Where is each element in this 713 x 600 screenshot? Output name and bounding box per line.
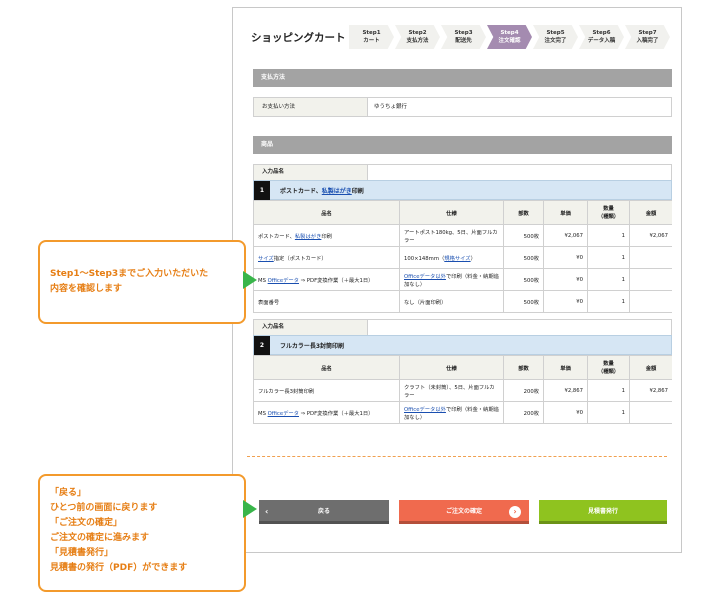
- table-row: ポストカード、私製はがき印刷 アートポスト180kg、5日、片面フルカラー 50…: [253, 224, 672, 247]
- arrow-right-icon: [243, 500, 257, 518]
- payment-method-label: お支払い方法: [254, 98, 368, 116]
- divider: [247, 456, 667, 457]
- col-spec: 仕様: [399, 200, 504, 225]
- item-link[interactable]: 私製はがき: [295, 234, 322, 240]
- col-name: 品名: [253, 355, 400, 380]
- spec-link[interactable]: Officeデータ以外: [404, 407, 446, 413]
- product-header-1: 1 ポストカード、私製はがき印刷: [253, 180, 672, 200]
- arrow-right-icon: [243, 271, 257, 289]
- step-2: Step2 支払方法: [395, 25, 440, 49]
- product-header-2: 2 フルカラー長3封筒印刷: [253, 335, 672, 355]
- step-progress: Step1 カート Step2 支払方法 Step3 配送先 Step4 注文確認 St…: [349, 25, 671, 49]
- step-7: Step7 入稿完了: [625, 25, 670, 49]
- step-6: Step6 データ入稿: [579, 25, 624, 49]
- callout-confirm-content: Step1〜Step3までご入力いただいた 内容を確認します: [38, 240, 246, 324]
- col-unit: 単価: [543, 355, 588, 380]
- chevron-right-circle-icon: ›: [509, 506, 521, 518]
- callout-button-guide: 「戻る」 ひとつ前の画面に戻ります 「ご注文の確定」 ご注文の確定に進みます 「…: [38, 474, 246, 592]
- product-name-row: 入力品名: [253, 319, 672, 335]
- table-row: サイズ指定（ポストカード） 100×148mm（規格サイズ） 500枚 ¥0 1: [253, 246, 672, 269]
- product-table-2: 品名 仕様 部数 単価 数量 （種類） 金額 フルカラー長3封筒印刷 クラフト（…: [253, 355, 672, 424]
- product-table-1: 品名 仕様 部数 単価 数量 （種類） 金額 ポストカード、私製はがき印刷 アー…: [253, 200, 672, 313]
- issue-quote-button[interactable]: 見積書発行: [539, 500, 667, 524]
- item-link[interactable]: Officeデータ: [268, 278, 299, 284]
- product-number: 2: [254, 335, 270, 355]
- col-qty: 部数: [503, 355, 544, 380]
- products-scroll-area[interactable]: 入力品名 1 ポストカード、私製はがき印刷 品名 仕様 部数 単価 数量 （種類…: [253, 164, 672, 442]
- shopping-cart-window: ショッピングカート Step1 カート Step2 支払方法 Step3 配送先 St…: [232, 7, 682, 553]
- table-row: MS Officeデータ ⇒ PDF変換作業（＋最大1日） Officeデータ以…: [253, 268, 672, 291]
- payment-method-value: ゆうちょ銀行: [374, 104, 408, 110]
- item-link[interactable]: サイズ: [258, 256, 274, 262]
- product-title-link[interactable]: 私製はがき: [322, 188, 352, 195]
- spec-link[interactable]: Officeデータ以外: [404, 274, 446, 280]
- table-row: フルカラー長3封筒印刷 クラフト（未封筒）、5日、片面フルカラー 200枚 ¥2…: [253, 379, 672, 402]
- col-count: 数量 （種類）: [587, 200, 630, 225]
- col-count: 数量 （種類）: [587, 355, 630, 380]
- product-name-row: 入力品名: [253, 164, 672, 180]
- col-qty: 部数: [503, 200, 544, 225]
- table-row: MS Officeデータ ⇒ PDF変換作業（＋最大1日） Officeデータ以…: [253, 401, 672, 424]
- payment-section-header: 支払方法: [253, 69, 672, 87]
- confirm-order-button[interactable]: ご注文の確定 ›: [399, 500, 529, 524]
- chevron-left-icon: ‹: [265, 507, 269, 516]
- product-title: ポストカード、私製はがき印刷: [280, 187, 364, 195]
- spec-link[interactable]: 規格サイズ: [444, 256, 470, 262]
- product-number: 1: [254, 180, 270, 200]
- page-title: ショッピングカート: [251, 32, 346, 44]
- col-amount: 金額: [629, 200, 672, 225]
- item-link[interactable]: Officeデータ: [268, 411, 299, 417]
- step-4-active: Step4 注文確認: [487, 25, 532, 49]
- step-3: Step3 配送先: [441, 25, 486, 49]
- table-header-row: 品名 仕様 部数 単価 数量 （種類） 金額: [253, 200, 672, 225]
- col-name: 品名: [253, 200, 400, 225]
- back-button[interactable]: ‹ 戻る: [259, 500, 389, 524]
- product-name-label: 入力品名: [254, 165, 368, 180]
- products-section-header: 商品: [253, 136, 672, 154]
- step-1: Step1 カート: [349, 25, 394, 49]
- col-amount: 金額: [629, 355, 672, 380]
- payment-method-row: お支払い方法 ゆうちょ銀行: [253, 97, 672, 117]
- product-name-label: 入力品名: [254, 320, 368, 335]
- product-title: フルカラー長3封筒印刷: [280, 342, 344, 350]
- col-spec: 仕様: [399, 355, 504, 380]
- table-row: 表面番号 なし（片面印刷） 500枚 ¥0 1: [253, 290, 672, 313]
- step-5: Step5 注文完了: [533, 25, 578, 49]
- table-header-row: 品名 仕様 部数 単価 数量 （種類） 金額: [253, 355, 672, 380]
- col-unit: 単価: [543, 200, 588, 225]
